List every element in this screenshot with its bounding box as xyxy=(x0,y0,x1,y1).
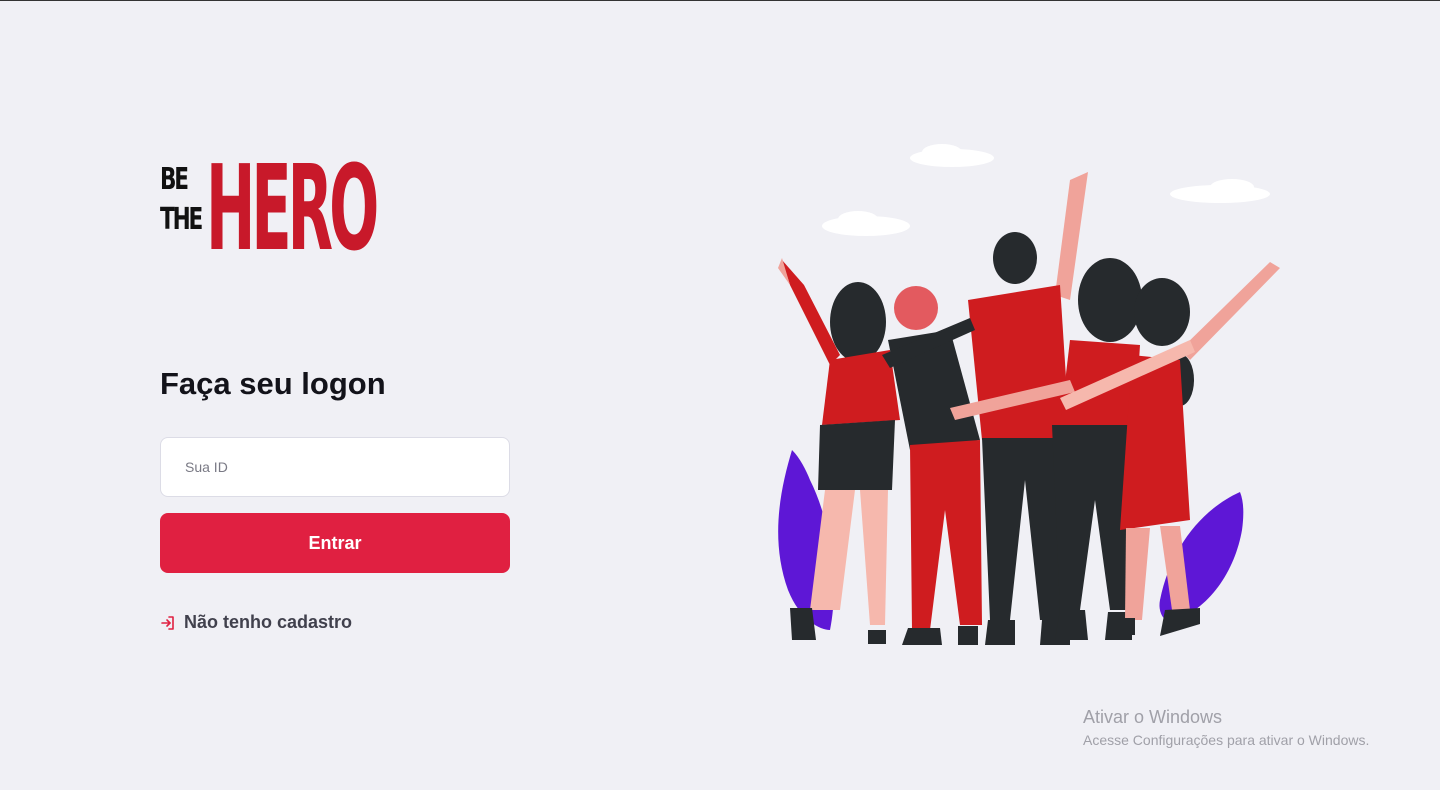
login-button[interactable]: Entrar xyxy=(160,513,510,573)
watermark-subtitle: Acesse Configurações para ativar o Windo… xyxy=(1083,732,1370,748)
window-top-border xyxy=(0,0,1440,1)
heroes-group-illustration xyxy=(770,140,1290,660)
logo-hero: HERO xyxy=(206,139,379,277)
log-in-icon xyxy=(160,615,176,631)
id-input[interactable] xyxy=(160,437,510,497)
logon-page: BE THE HERO Faça seu logon Entrar Não te… xyxy=(0,0,1440,790)
watermark-title: Ativar o Windows xyxy=(1083,707,1223,727)
be-the-hero-logo: BE THE HERO xyxy=(160,149,379,267)
form-title: Faça seu logon xyxy=(160,366,386,401)
cloud-icon xyxy=(822,144,1270,236)
windows-activation-watermark: Ativar o Windows Acesse Configurações pa… xyxy=(1083,706,1369,750)
logo-be-the: BE THE xyxy=(160,160,203,240)
logo-be: BE xyxy=(160,162,189,197)
logo-the: THE xyxy=(160,202,203,237)
register-link-label: Não tenho cadastro xyxy=(184,612,353,632)
register-link[interactable]: Não tenho cadastro xyxy=(160,612,352,633)
